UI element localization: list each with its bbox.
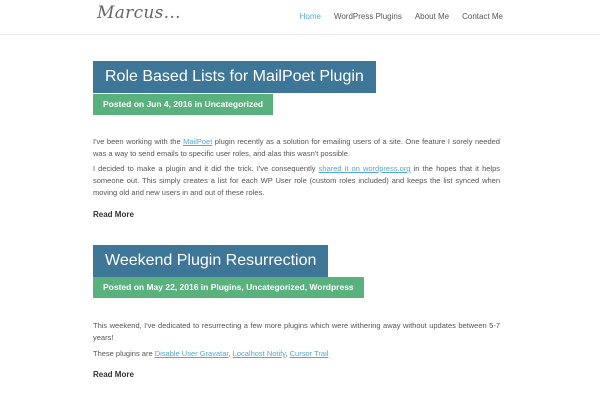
wordpress-org-link[interactable]: shared it on wordpress.org bbox=[319, 164, 411, 173]
nav-item-contact-me[interactable]: Contact Me bbox=[462, 12, 503, 21]
post-paragraph: I decided to make a plugin and it did th… bbox=[93, 163, 500, 199]
post-meta: Posted on May 22, 2016 in Plugins, Uncat… bbox=[93, 277, 364, 298]
cursor-trail-link[interactable]: Cursor Trail bbox=[290, 349, 329, 358]
paragraph-text: These plugins are bbox=[93, 349, 155, 358]
mailpoet-link[interactable]: MailPoet bbox=[183, 137, 212, 146]
post-title[interactable]: Role Based Lists for MailPoet Plugin bbox=[93, 61, 376, 93]
site-logo[interactable]: Marcus... bbox=[97, 3, 181, 23]
main-nav: Home WordPress Plugins About Me Contact … bbox=[300, 12, 503, 21]
post-paragraph: This weekend, I've dedicated to resurrec… bbox=[93, 321, 500, 342]
nav-item-about-me[interactable]: About Me bbox=[415, 12, 449, 21]
disable-user-gravatar-link[interactable]: Disable User Gravatar bbox=[155, 349, 229, 358]
site-header: Marcus... Home WordPress Plugins About M… bbox=[0, 0, 600, 35]
nav-item-wordpress-plugins[interactable]: WordPress Plugins bbox=[334, 12, 402, 21]
read-more-link[interactable]: Read More bbox=[93, 210, 134, 219]
read-more-link[interactable]: Read More bbox=[93, 370, 134, 379]
post-meta: Posted on Jun 4, 2016 in Uncategorized bbox=[93, 94, 274, 115]
localhost-notify-link[interactable]: Localhost Notify bbox=[233, 349, 286, 358]
nav-item-home[interactable]: Home bbox=[300, 12, 321, 21]
paragraph-text: I've been working with the bbox=[93, 137, 184, 146]
post-title[interactable]: Weekend Plugin Resurrection bbox=[93, 245, 329, 277]
post-paragraph: I've been working with the MailPoet plug… bbox=[93, 136, 500, 160]
post-paragraph: These plugins are Disable User Gravatar,… bbox=[93, 348, 500, 360]
paragraph-text: I decided to make a plugin and it did th… bbox=[93, 164, 319, 173]
